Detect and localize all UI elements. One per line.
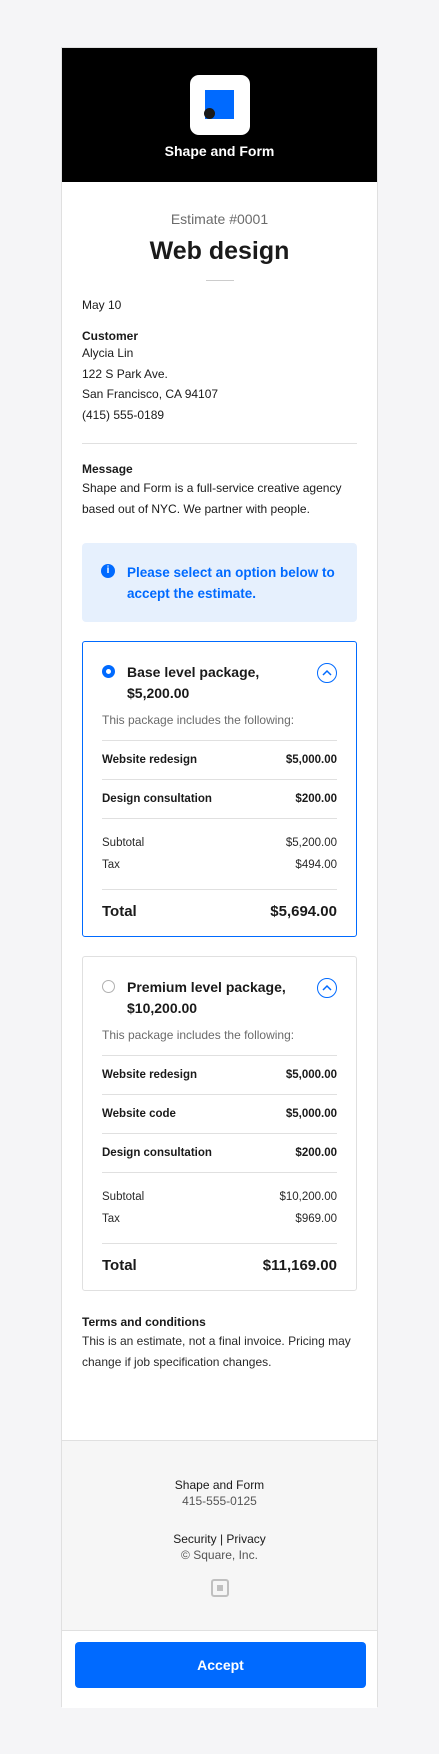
- package-title: Base level package, $5,200.00: [127, 664, 260, 701]
- line-item-name: Website code: [102, 1108, 176, 1120]
- link-separator: |: [219, 1532, 224, 1546]
- message-label: Message: [82, 462, 133, 476]
- customer-section: Customer Alycia Lin 122 S Park Ave. San …: [82, 329, 357, 425]
- customer-phone: (415) 555-0189: [82, 407, 165, 422]
- terms-body: This is an estimate, not a final invoice…: [82, 1334, 351, 1369]
- notice-text: Please select an option below to accept …: [127, 565, 335, 601]
- chevron-up-icon[interactable]: [317, 663, 337, 683]
- tax-value: $969.00: [295, 1213, 337, 1225]
- privacy-link[interactable]: Privacy: [226, 1532, 265, 1546]
- info-icon: i: [101, 564, 115, 578]
- square-logo-icon: [210, 1579, 229, 1597]
- message-section: Message Shape and Form is a full-service…: [82, 462, 357, 519]
- footer-phone[interactable]: 415-555-0125: [62, 1494, 377, 1508]
- tax-label: Tax: [102, 859, 120, 871]
- footer-business-name: Shape and Form: [174, 1478, 265, 1492]
- radio-selected-icon[interactable]: [102, 665, 115, 678]
- line-item: Website code $5,000.00: [102, 1108, 337, 1120]
- copyright: © Square, Inc.: [181, 1548, 258, 1562]
- line-item: Website redesign $5,000.00: [102, 754, 337, 766]
- subtotal-value: $10,200.00: [279, 1191, 337, 1203]
- subtotal-value: $5,200.00: [285, 837, 337, 849]
- customer-street: 122 S Park Ave.: [82, 366, 168, 381]
- accept-button[interactable]: Accept: [75, 1642, 366, 1688]
- tax-value: $494.00: [295, 859, 337, 871]
- terms-label: Terms and conditions: [82, 1315, 206, 1329]
- line-item-price: $5,000.00: [285, 1108, 337, 1120]
- footer-links: Security | Privacy: [62, 1532, 377, 1546]
- message-body: Shape and Form is a full-service creativ…: [82, 481, 342, 516]
- subtotal-row: Subtotal $10,200.00: [102, 1186, 337, 1208]
- total-row: Total $11,169.00: [102, 1257, 337, 1274]
- estimate-number: Estimate #0001: [170, 211, 269, 227]
- select-option-notice: i Please select an option below to accep…: [82, 543, 357, 622]
- chevron-up-icon[interactable]: [317, 978, 337, 998]
- terms-section: Terms and conditions This is an estimate…: [82, 1315, 357, 1372]
- line-item: Website redesign $5,000.00: [102, 1069, 337, 1081]
- line-item-price: $200.00: [295, 793, 337, 805]
- radio-unselected-icon[interactable]: [102, 980, 115, 993]
- brand-name: Shape and Form: [164, 143, 275, 159]
- brand-logo-icon: [189, 75, 250, 135]
- line-item-name: Design consultation: [102, 793, 212, 805]
- tax-row: Tax $494.00: [102, 854, 337, 876]
- security-link[interactable]: Security: [173, 1532, 216, 1546]
- line-item-name: Website redesign: [102, 754, 198, 766]
- accept-bar: Accept: [62, 1630, 377, 1708]
- line-item: Design consultation $200.00: [102, 793, 337, 805]
- package-option-base[interactable]: Base level package, $5,200.00 This packa…: [82, 641, 357, 937]
- total-label: Total: [102, 903, 137, 920]
- customer-city: San Francisco, CA 94107: [82, 387, 219, 401]
- divider: [82, 443, 357, 444]
- header: Shape and Form: [62, 48, 377, 182]
- package-description: This package includes the following:: [102, 713, 295, 727]
- estimate-card: Shape and Form Estimate #0001 Web design…: [61, 47, 378, 1708]
- line-item-name: Design consultation: [102, 1147, 212, 1159]
- total-label: Total: [102, 1257, 137, 1274]
- line-item-price: $200.00: [295, 1147, 337, 1159]
- tax-row: Tax $969.00: [102, 1208, 337, 1230]
- total-value: $11,169.00: [262, 1257, 337, 1274]
- line-item-price: $5,000.00: [285, 1069, 337, 1081]
- divider: [205, 280, 234, 281]
- subtotal-label: Subtotal: [102, 1191, 145, 1203]
- line-item-price: $5,000.00: [285, 754, 337, 766]
- customer-name: Alycia Lin: [82, 346, 134, 360]
- tax-label: Tax: [102, 1213, 120, 1225]
- total-row: Total $5,694.00: [102, 903, 337, 920]
- footer: Shape and Form 415-555-0125 Security | P…: [62, 1440, 377, 1630]
- subtotal-row: Subtotal $5,200.00: [102, 832, 337, 854]
- total-value: $5,694.00: [270, 903, 337, 920]
- package-title: Premium level package, $10,200.00: [127, 979, 286, 1016]
- package-description: This package includes the following:: [102, 1028, 295, 1042]
- line-item: Design consultation $200.00: [102, 1147, 337, 1159]
- package-option-premium[interactable]: Premium level package, $10,200.00 This p…: [82, 956, 357, 1291]
- subtotal-label: Subtotal: [102, 837, 145, 849]
- estimate-date: May 10: [82, 298, 122, 312]
- customer-label: Customer: [82, 329, 139, 343]
- page-title: Web design: [149, 237, 290, 265]
- line-item-name: Website redesign: [102, 1069, 198, 1081]
